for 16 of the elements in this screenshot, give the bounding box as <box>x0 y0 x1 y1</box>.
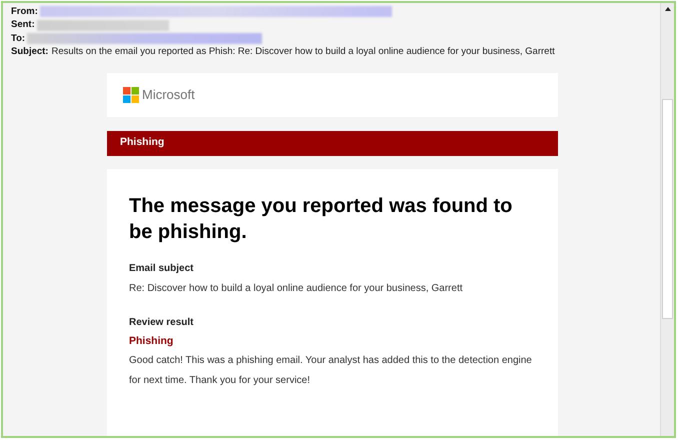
brand-name: Microsoft <box>142 86 195 104</box>
windows-logo-icon <box>123 86 139 102</box>
header-label: From: <box>11 4 38 19</box>
section-text: Good catch! This was a phishing email. Your analyst has added this to the detection engine for next time. Thank you for your service! <box>129 354 533 388</box>
scroll-up-icon[interactable] <box>664 5 672 13</box>
banner-title: Phishing <box>120 135 164 150</box>
header-label: Subject: <box>11 45 48 60</box>
section-label: Review result <box>129 316 194 330</box>
header-label: Sent: <box>11 18 35 32</box>
message-heading: The message you reported was found to be phishing. <box>129 194 514 244</box>
subject-text: Results on the email you reported as Phish: Re: Discover how to build a loyal online audience for your business, Garrett <box>51 45 555 60</box>
section-text: Re: Discover how to build a loyal online audience for your business, Garrett <box>129 282 464 296</box>
section-label: Email subject <box>129 262 194 276</box>
scroll-thumb[interactable] <box>662 99 673 319</box>
verdict-text: Phishing <box>129 334 174 348</box>
header-label: To: <box>11 32 26 46</box>
